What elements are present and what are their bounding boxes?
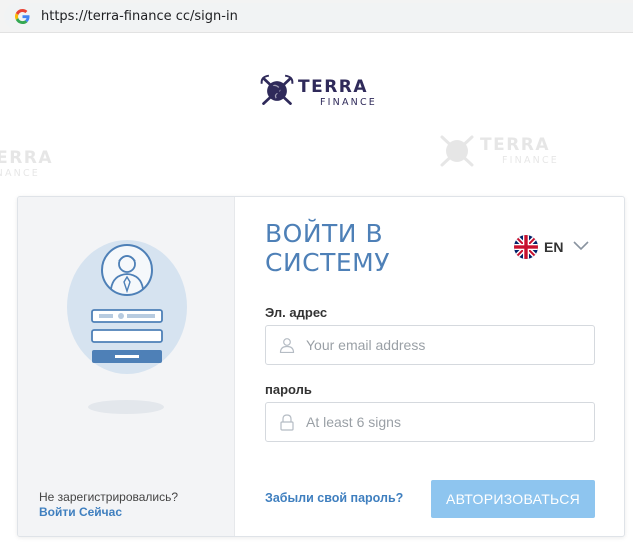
email-label: Эл. адрес bbox=[265, 305, 328, 320]
password-label: пароль bbox=[265, 382, 312, 397]
signup-question: Не зарегистрировались? bbox=[39, 490, 179, 504]
sign-in-card: Не зарегистрировались? Войти Сейчас ВОЙТ… bbox=[17, 196, 625, 537]
password-field[interactable] bbox=[265, 402, 595, 442]
lock-icon bbox=[278, 413, 296, 431]
email-field[interactable] bbox=[265, 325, 595, 365]
password-input[interactable] bbox=[306, 414, 576, 430]
language-selector[interactable]: EN bbox=[514, 234, 590, 260]
email-input[interactable] bbox=[306, 337, 576, 353]
chevron-down-icon bbox=[573, 238, 590, 256]
logo-terra-text: TERRA bbox=[298, 77, 369, 98]
globe-shield-icon bbox=[259, 73, 295, 114]
browser-address-bar: https://terra-finance cc/sign-in bbox=[0, 0, 633, 33]
user-icon bbox=[278, 336, 296, 354]
user-login-illustration bbox=[63, 237, 193, 427]
google-g-icon bbox=[14, 9, 30, 25]
logo-finance-text: FINANCE bbox=[320, 97, 378, 109]
page-title: ВОЙТИ В СИСТЕМУ bbox=[265, 219, 390, 277]
forgot-password-link[interactable]: Забыли свой пароль? bbox=[265, 491, 403, 505]
uk-flag-icon bbox=[514, 235, 538, 259]
sign-up-link[interactable]: Войти Сейчас bbox=[39, 505, 178, 520]
watermark-logo: TERRA FINANCE bbox=[0, 148, 54, 179]
url-bar[interactable]: https://terra-finance cc/sign-in bbox=[4, 3, 633, 30]
url-text[interactable]: https://terra-finance cc/sign-in bbox=[41, 9, 238, 24]
illustration-panel: Не зарегистрировались? Войти Сейчас bbox=[18, 197, 235, 536]
login-button[interactable]: АВТОРИЗОВАТЬСЯ bbox=[431, 480, 595, 518]
terra-finance-logo[interactable]: TERRA FINANCE bbox=[259, 73, 377, 114]
watermark-logo: TERRA FINANCE bbox=[437, 131, 559, 171]
language-code: EN bbox=[544, 239, 564, 255]
